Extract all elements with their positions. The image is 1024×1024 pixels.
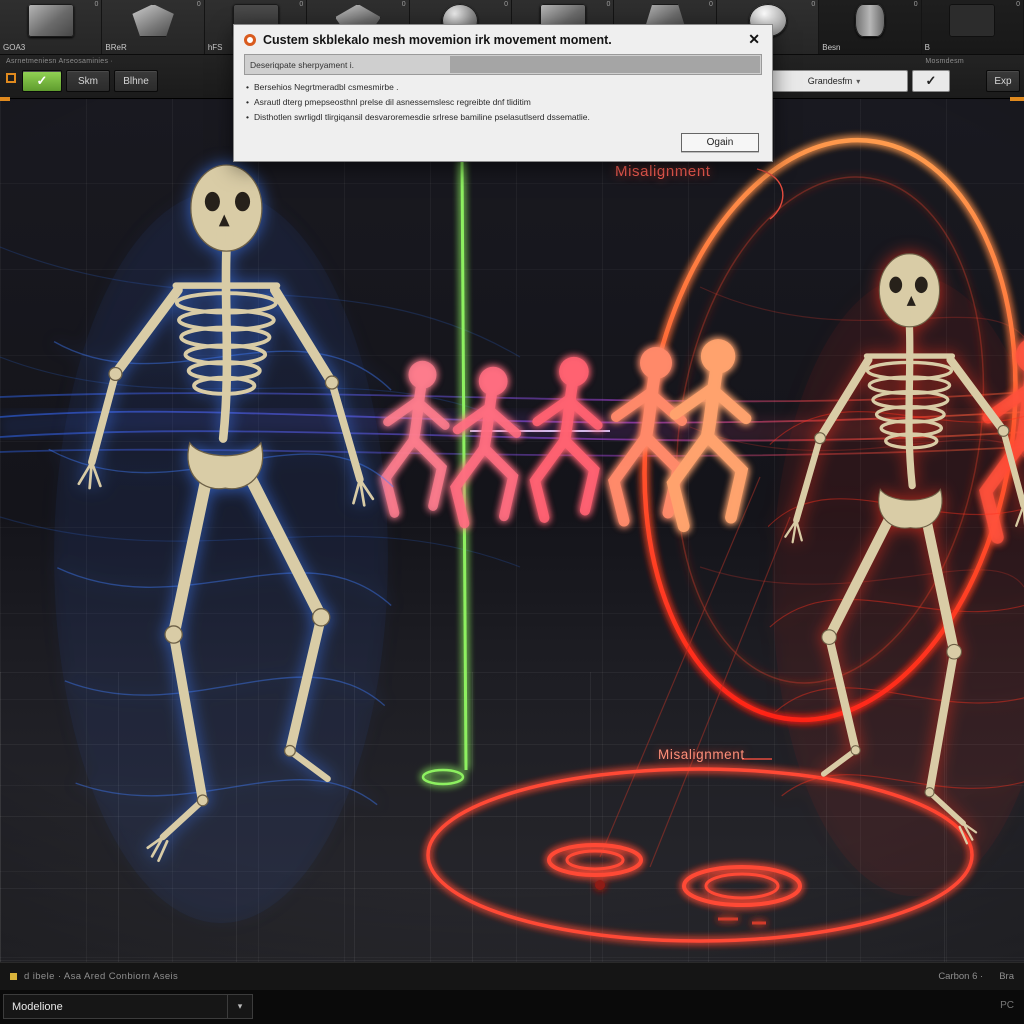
dialog-body-text: • Bersehios Negrtmeradbl csmesmirbe . • As… [246,82,760,124]
asset-count: 0 [607,1,611,8]
close-icon[interactable]: ✕ [746,31,762,48]
dialog-title: Custem skblekalo mesh movemion irk movem… [263,33,739,47]
check-dropdown[interactable]: ✓ [912,70,950,92]
asset-count: 0 [197,1,201,8]
blue-skeleton-mesh [46,137,396,962]
mode-select-value: Grandesfm [808,76,853,86]
asset-label: GOA3 [3,43,25,52]
asset-label: Besn [822,43,840,52]
asset-thumbnail-icon [949,4,995,37]
asset-count: 0 [504,1,508,8]
model-combo-box[interactable]: Modelione ▾ [3,994,253,1019]
custom-mesh-dialog: Custem skblekalo mesh movemion irk movem… [233,24,773,162]
bottom-bar: Modelione ▾ PC [0,990,1024,1024]
misalignment-label-top: Misalignment [615,163,711,180]
status-text-right-a: Carbon 6 · [938,971,983,982]
dialog-bullet: Bersehios Negrtmeradbl csmesmirbe . [254,82,399,94]
asset-label: BReR [105,43,126,52]
toolbar-caption-left: Asrnetmeniesn Arseosaminies · [6,58,113,65]
status-marker-icon [10,973,17,980]
dialog-bullet: Disthotlen swrligdl tlirgiqansil desvaro… [254,112,590,124]
model-combo-value: Modelione [4,1001,227,1013]
status-text-right-b: Bra [999,971,1014,982]
exp-button[interactable]: Exp [986,70,1020,92]
asset-thumbnail-icon [855,4,885,37]
skm-button[interactable]: Skm [66,70,110,92]
bullet-icon: • [246,97,249,109]
asset-count: 0 [402,1,406,8]
dialog-bullet: Asrautl dterg pmepseosthnl prelse dil as… [254,97,531,109]
chevron-down-icon: ▾ [856,77,860,86]
dialog-input-field[interactable]: Deseriqpate sherpyament i. [244,54,762,75]
asset-count: 0 [709,1,713,8]
status-bar: d ibele · Asa Ared Conbiorn Aseis Carbon… [0,962,1024,990]
asset-count: 0 [1016,1,1020,8]
dialog-field-selection [450,56,760,73]
asset-tile[interactable]: BReR 0 [102,0,204,54]
asset-tile[interactable]: GOA3 0 [0,0,102,54]
blhne-button[interactable]: Blhne [114,70,158,92]
dialog-ok-button[interactable]: Ogain [681,133,759,152]
dialog-warning-icon [244,34,256,46]
asset-count: 0 [914,1,918,8]
chevron-down-icon: ▾ [227,995,252,1018]
marker-icon [6,73,16,83]
asset-label: hFS [208,43,223,52]
asset-thumbnail-icon [130,4,176,37]
3d-viewport[interactable]: Misalignment Misalignment [0,97,1024,962]
bottom-right-label: PC [1000,1000,1014,1011]
toolbar-caption-right-b: Mosmdesm [925,58,964,65]
misalignment-label-bottom: Misalignment [658,747,745,762]
asset-count: 0 [95,1,99,8]
asset-count: 0 [299,1,303,8]
asset-tile[interactable]: Besn 0 [819,0,921,54]
status-text-left: d ibele · Asa Ared Conbiorn Aseis [24,971,178,982]
bullet-icon: • [246,112,249,124]
confirm-check-button[interactable]: ✓ [22,70,62,92]
asset-count: 0 [811,1,815,8]
mode-select[interactable]: Grandesfm ▾ [760,70,908,92]
dialog-field-value: Deseriqpate sherpyament i. [245,60,354,70]
bullet-icon: • [246,82,249,94]
asset-label: B [925,43,930,52]
red-skeleton-mesh [768,215,1024,957]
asset-thumbnail-icon [28,4,74,37]
asset-tile[interactable]: B0 [922,0,1024,54]
